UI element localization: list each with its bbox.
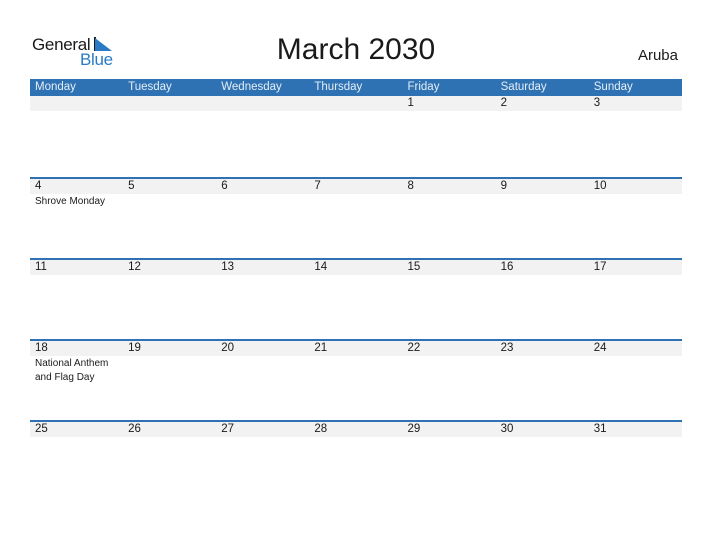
day-number: 21: [314, 342, 328, 354]
day-number: 29: [407, 423, 421, 435]
day-number-row: 4 5 6 7 8 9 10: [30, 179, 682, 194]
event-row: Shrove Monday: [30, 194, 682, 209]
holiday-label: [403, 111, 496, 112]
day-number-row: 25 26 27 28 29 30 31: [30, 422, 682, 437]
holiday-label: [589, 194, 682, 209]
holiday-label: Shrove Monday: [35, 196, 106, 207]
holiday-label: [589, 437, 682, 438]
day-number: 10: [593, 180, 607, 192]
week-row: 18 19 20 21 22 23 24 National Anthem and Flag D…: [30, 339, 682, 420]
day-number: 9: [500, 180, 508, 192]
day-number: 28: [314, 423, 328, 435]
day-number: 16: [500, 261, 514, 273]
holiday-label: [403, 275, 496, 276]
event-row: National Anthem and Flag Day: [30, 356, 682, 384]
holiday-label: [496, 194, 589, 209]
weekday-header: Monday Tuesday Wednesday Thursday Friday…: [30, 79, 682, 96]
weekday-label: Sunday: [593, 81, 633, 93]
day-number: 18: [35, 342, 48, 354]
day-number: 14: [314, 261, 328, 273]
day-number: 30: [500, 423, 514, 435]
holiday-label: [309, 194, 402, 209]
event-row: [30, 437, 682, 438]
holiday-label: [216, 356, 309, 384]
holiday-label: [123, 111, 216, 112]
holiday-label: [216, 111, 309, 112]
holiday-label: [496, 437, 589, 438]
country-label: Aruba: [637, 47, 678, 64]
holiday-label: [123, 356, 216, 384]
day-number: 6: [221, 180, 228, 192]
holiday-label: [589, 111, 682, 112]
holiday-label: [403, 194, 496, 209]
holiday-label: [309, 356, 402, 384]
holiday-label: [216, 275, 309, 276]
holiday-label: National Anthem and Flag Day: [35, 358, 109, 383]
holiday-label: [403, 356, 496, 384]
holiday-label: [216, 194, 309, 209]
day-number: 22: [407, 342, 421, 354]
holiday-label: [496, 356, 589, 384]
day-number: 3: [593, 97, 601, 109]
day-number: 8: [407, 180, 414, 192]
day-number: 27: [221, 423, 235, 435]
day-number: 20: [221, 342, 235, 354]
holiday-label: [589, 275, 682, 276]
day-number: 13: [221, 261, 235, 273]
calendar: Monday Tuesday Wednesday Thursday Friday…: [30, 79, 682, 501]
day-number-row: 1 2 3: [30, 96, 682, 111]
holiday-label: [216, 437, 309, 438]
holiday-label: [30, 275, 123, 276]
week-row: 1 2 3: [30, 96, 682, 177]
day-number: 23: [500, 342, 514, 354]
day-number: [309, 96, 402, 111]
week-row: 4 5 6 7 8 9 10 Shrove Monday: [30, 177, 682, 258]
weekday-label: Monday: [35, 81, 76, 93]
holiday-label: [309, 275, 402, 276]
day-number: 15: [407, 261, 421, 273]
day-number: [30, 96, 123, 111]
event-row: [30, 275, 682, 276]
holiday-label: [30, 111, 123, 112]
day-number-row: 18 19 20 21 22 23 24: [30, 341, 682, 356]
event-row: [30, 111, 682, 112]
day-number: 2: [500, 97, 508, 109]
day-number: 4: [35, 180, 42, 192]
day-number-row: 11 12 13 14 15 16 17: [30, 260, 682, 275]
day-number: 19: [128, 342, 141, 354]
holiday-label: [30, 437, 123, 438]
weekday-label: Friday: [407, 81, 440, 93]
holiday-label: [123, 437, 216, 438]
holiday-label: [309, 437, 402, 438]
day-number: 5: [128, 180, 135, 192]
weekday-label: Thursday: [314, 81, 363, 93]
day-number: 25: [35, 423, 48, 435]
day-number: [216, 96, 309, 111]
day-number: [123, 96, 216, 111]
holiday-label: [496, 275, 589, 276]
holiday-label: [496, 111, 589, 112]
holiday-label: [589, 356, 682, 384]
day-number: 12: [128, 261, 141, 273]
day-number: 17: [593, 261, 607, 273]
weekday-label: Saturday: [500, 81, 547, 93]
weekday-label: Wednesday: [221, 81, 282, 93]
day-number: 7: [314, 180, 321, 192]
holiday-label: [123, 275, 216, 276]
page-title: March 2030: [276, 33, 436, 66]
day-number: 1: [407, 97, 414, 109]
holiday-label: [309, 111, 402, 112]
holiday-label: [123, 194, 216, 209]
week-row: 25 26 27 28 29 30 31: [30, 420, 682, 501]
weekday-label: Tuesday: [128, 81, 172, 93]
day-number: 24: [593, 342, 607, 354]
holiday-label: [403, 437, 496, 438]
day-number: 31: [593, 423, 607, 435]
day-number: 11: [35, 261, 47, 273]
week-row: 11 12 13 14 15 16 17: [30, 258, 682, 339]
day-number: 26: [128, 423, 141, 435]
